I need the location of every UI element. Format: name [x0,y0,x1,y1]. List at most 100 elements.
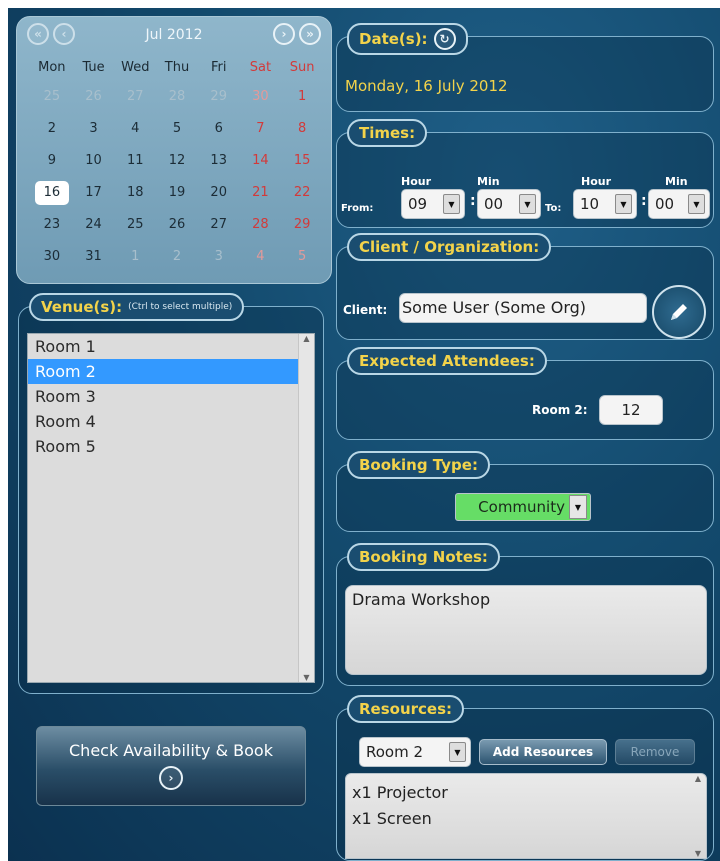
venue-option[interactable]: Room 1 [28,334,314,359]
calendar-day[interactable]: 7 [240,113,282,145]
venue-option-selected[interactable]: Room 2 [28,359,314,384]
pencil-icon [671,304,687,320]
venue-option[interactable]: Room 4 [28,409,314,434]
refresh-icon[interactable]: ↻ [433,28,456,50]
attendees-input[interactable]: 12 [599,395,663,425]
check-availability-label: Check Availability & Book [69,741,273,760]
calendar-day[interactable]: 22 [281,177,323,209]
calendar-day[interactable]: 1 [281,81,323,113]
calendar-day[interactable]: 30 [31,241,73,273]
calendar-day[interactable]: 6 [198,113,240,145]
booking-type-select[interactable]: Community ▼ [455,493,591,521]
venues-legend: Venue(s): (Ctrl to select multiple) [29,293,245,321]
arrow-right-icon: › [159,766,183,790]
venue-option[interactable]: Room 5 [28,434,314,459]
venue-list-scrollbar[interactable]: ▲ ▼ [298,334,314,682]
client-field[interactable]: Some User (Some Org) [399,293,647,323]
calendar-day[interactable]: 9 [31,145,73,177]
calendar-day[interactable]: 17 [73,177,115,209]
weekday-header: Sun [289,60,315,75]
calendar-day[interactable]: 8 [281,113,323,145]
calendar-day[interactable]: 27 [114,81,156,113]
resources-legend-label: Resources: [359,700,453,718]
from-hour-caption: Hour [401,175,432,188]
resources-scrollbar[interactable]: ▲ ▼ [690,774,706,858]
client-panel: Client / Organization: Client: Some User… [336,233,714,340]
dropdown-arrow-icon[interactable]: ▼ [615,194,632,214]
edit-client-button[interactable] [652,285,706,339]
dropdown-arrow-icon[interactable]: ▼ [688,194,705,214]
scroll-down-icon[interactable]: ▼ [695,849,701,858]
calendar-day-selected[interactable]: 16 [31,177,73,209]
calendar-day[interactable]: 4 [114,113,156,145]
calendar-day[interactable]: 30 [240,81,282,113]
resources-listbox[interactable]: x1 Projector x1 Screen ▲ ▼ [345,773,707,859]
calendar-day[interactable]: 26 [73,81,115,113]
client-legend: Client / Organization: [347,233,552,261]
resource-item[interactable]: x1 Projector [352,780,700,806]
venue-listbox[interactable]: Room 1 Room 2 Room 3 Room 4 Room 5 ▲ ▼ [27,333,315,683]
check-availability-button[interactable]: Check Availability & Book › [36,726,306,806]
calendar-day[interactable]: 20 [198,177,240,209]
weekday-header: Thu [164,60,190,75]
calendar-day[interactable]: 2 [31,113,73,145]
calendar-day[interactable]: 23 [31,209,73,241]
calendar-day[interactable]: 21 [240,177,282,209]
calendar-day[interactable]: 5 [156,113,198,145]
calendar-day[interactable]: 5 [281,241,323,273]
calendar-day[interactable]: 29 [281,209,323,241]
to-min-select[interactable]: 00 ▼ [648,189,710,219]
resource-room-select[interactable]: Room 2 ▼ [359,737,471,767]
client-label: Client: [343,303,388,317]
to-hour-select[interactable]: 10 ▼ [573,189,637,219]
resource-item[interactable]: x1 Screen [352,806,700,832]
next-month-icon[interactable]: › [273,23,295,45]
calendar-day[interactable]: 29 [198,81,240,113]
scroll-down-icon[interactable]: ▼ [303,673,309,682]
calendar-day[interactable]: 25 [31,81,73,113]
booking-notes-textarea[interactable]: Drama Workshop [345,585,707,675]
scroll-up-icon[interactable]: ▲ [695,774,701,783]
calendar-day[interactable]: 2 [156,241,198,273]
calendar-day[interactable]: 28 [156,81,198,113]
dropdown-arrow-icon[interactable]: ▼ [449,742,466,762]
calendar-day[interactable]: 12 [156,145,198,177]
from-hour-value: 09 [408,195,428,213]
calendar-day[interactable]: 10 [73,145,115,177]
times-panel: Times: Hour Min Hour Min From: 09 ▼ : 00… [336,119,714,228]
calendar-day[interactable]: 1 [114,241,156,273]
calendar-day[interactable]: 25 [114,209,156,241]
attendees-legend: Expected Attendees: [347,347,547,375]
calendar-day[interactable]: 19 [156,177,198,209]
calendar: « ‹ Jul 2012 › » Mon Tue Wed Thu Fri Sat… [16,16,332,284]
next-year-icon[interactable]: » [299,23,321,45]
venue-option[interactable]: Room 3 [28,384,314,409]
dropdown-arrow-icon[interactable]: ▼ [519,194,536,214]
remove-resource-button[interactable]: Remove [615,739,695,765]
calendar-day[interactable]: 15 [281,145,323,177]
venues-panel: Venue(s): (Ctrl to select multiple) Room… [18,293,324,694]
dropdown-arrow-icon[interactable]: ▼ [569,495,587,519]
calendar-day[interactable]: 14 [240,145,282,177]
calendar-day[interactable]: 31 [73,241,115,273]
calendar-grid: Mon Tue Wed Thu Fri Sat Sun 25 26 27 28 … [31,55,323,273]
dropdown-arrow-icon[interactable]: ▼ [443,194,460,214]
to-min-value: 00 [655,195,675,213]
calendar-day[interactable]: 4 [240,241,282,273]
times-legend-label: Times: [359,124,416,142]
calendar-day[interactable]: 3 [73,113,115,145]
scroll-up-icon[interactable]: ▲ [303,334,309,343]
calendar-day[interactable]: 27 [198,209,240,241]
calendar-day[interactable]: 18 [114,177,156,209]
calendar-day[interactable]: 3 [198,241,240,273]
to-hour-caption: Hour [581,175,612,188]
calendar-day[interactable]: 24 [73,209,115,241]
calendar-day[interactable]: 26 [156,209,198,241]
calendar-day[interactable]: 11 [114,145,156,177]
calendar-day[interactable]: 13 [198,145,240,177]
add-resources-button[interactable]: Add Resources [479,739,607,765]
calendar-day[interactable]: 28 [240,209,282,241]
from-min-caption: Min [477,175,500,188]
from-hour-select[interactable]: 09 ▼ [401,189,465,219]
from-min-select[interactable]: 00 ▼ [477,189,541,219]
